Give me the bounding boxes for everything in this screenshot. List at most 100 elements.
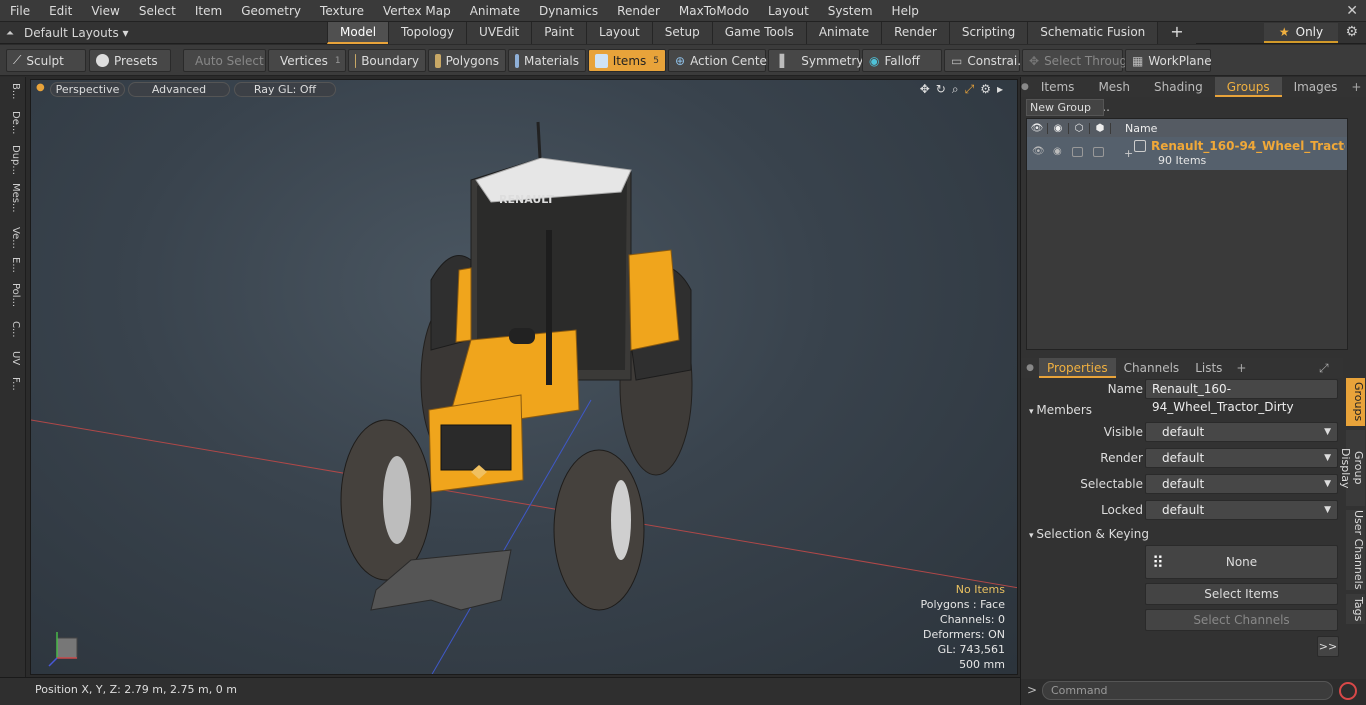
group-name-field[interactable]: Renault_160-94_Wheel_Tractor_Dirty	[1145, 379, 1338, 414]
locked-select[interactable]: default ▼	[1145, 500, 1338, 520]
menu-view[interactable]: View	[81, 0, 128, 22]
default-layouts-dropdown[interactable]: Default Layouts ▾	[24, 26, 129, 40]
tab-topology[interactable]: Topology	[388, 22, 467, 44]
select-icon[interactable]: ⬢	[1090, 122, 1111, 134]
left-tab-vertex[interactable]: Ve...	[5, 227, 21, 249]
close-icon[interactable]: ✕	[1346, 0, 1358, 22]
row-select-checkbox[interactable]	[1093, 147, 1104, 157]
tab-paint[interactable]: Paint	[531, 22, 586, 44]
menu-vertex-map[interactable]: Vertex Map	[373, 0, 460, 22]
items-button[interactable]: Items 5	[588, 49, 666, 72]
vtab-user-channels[interactable]: User Channels	[1346, 510, 1365, 590]
left-tab-duplicate[interactable]: Dup...	[5, 145, 21, 175]
row-eye-icon[interactable]: 👁	[1032, 146, 1045, 157]
presets-button[interactable]: Presets	[89, 49, 171, 72]
viewport-gear-icon[interactable]: ⚙	[980, 82, 991, 97]
left-tab-uv[interactable]: UV	[5, 351, 21, 365]
menu-select[interactable]: Select	[129, 0, 185, 22]
symmetry-button[interactable]: ▐ Symmetry	[768, 49, 863, 72]
vtab-group-display[interactable]: Group Display	[1339, 430, 1365, 506]
selection-keying-section[interactable]: ▾ Selection & Keying	[1029, 525, 1149, 543]
menu-system[interactable]: System	[818, 0, 882, 22]
command-input[interactable]: Command	[1042, 681, 1333, 700]
shading-mode-dropdown[interactable]: Advanced	[128, 82, 230, 97]
menu-help[interactable]: Help	[882, 0, 928, 22]
tab-render[interactable]: Render	[881, 22, 949, 44]
tab-setup[interactable]: Setup	[651, 22, 712, 44]
tab-animate[interactable]: Animate	[805, 22, 882, 44]
action-center-button[interactable]: ⊕ Action Center	[668, 49, 772, 72]
tab-properties[interactable]: Properties	[1039, 358, 1116, 378]
eye-icon[interactable]: 👁	[1027, 122, 1048, 134]
props-dot-icon[interactable]: ●	[1021, 363, 1039, 373]
tab-scripting[interactable]: Scripting	[948, 22, 1028, 44]
sculpt-button[interactable]: ⟋ Sculpt	[6, 49, 86, 72]
left-tab-mesh-edit[interactable]: Mes...	[5, 183, 21, 213]
boundary-button[interactable]: Boundary	[348, 49, 426, 72]
add-tab-button[interactable]: +	[1157, 22, 1196, 44]
visible-select[interactable]: default ▼	[1145, 422, 1338, 442]
tab-images[interactable]: Images	[1282, 77, 1350, 97]
constraints-button[interactable]: ▭ Constrai...	[944, 49, 1029, 72]
layout-arrow-icon[interactable]: ⏶	[6, 28, 14, 39]
tab-schematic-fusion[interactable]: Schematic Fusion	[1027, 22, 1158, 44]
menu-geometry[interactable]: Geometry	[231, 0, 310, 22]
menu-item[interactable]: Item	[185, 0, 231, 22]
tab-items[interactable]: Items	[1029, 77, 1087, 97]
panel-dot-icon[interactable]: ●	[1021, 82, 1029, 92]
row-lock-checkbox[interactable]	[1072, 147, 1083, 157]
left-tab-deform[interactable]: De...	[5, 111, 21, 134]
select-items-button[interactable]: Select Items	[1145, 583, 1338, 605]
menu-file[interactable]: File	[0, 0, 39, 22]
expand-icon[interactable]: +	[1124, 147, 1133, 160]
more-button[interactable]: >>	[1317, 636, 1339, 657]
tab-game-tools[interactable]: Game Tools	[711, 22, 806, 44]
lock-icon[interactable]: ⬡	[1069, 122, 1090, 134]
render-icon[interactable]: ◉	[1048, 122, 1069, 134]
select-channels-button[interactable]: Select Channels	[1145, 609, 1338, 631]
only-toggle[interactable]: ★ Only	[1264, 23, 1338, 43]
left-tab-polygon[interactable]: Pol...	[5, 283, 21, 307]
tab-lists[interactable]: Lists	[1187, 358, 1230, 378]
tab-groups[interactable]: Groups	[1214, 77, 1282, 97]
workplane-button[interactable]: ▦ WorkPlane	[1125, 49, 1212, 72]
vtab-groups[interactable]: Groups	[1346, 378, 1365, 426]
auto-select-button[interactable]: Auto Select	[183, 49, 266, 72]
left-tab-curve[interactable]: C...	[5, 321, 21, 338]
vertices-button[interactable]: Vertices 1	[268, 49, 346, 72]
raygl-toggle[interactable]: Ray GL: Off	[234, 82, 336, 97]
members-section[interactable]: ▾ Members	[1029, 401, 1092, 419]
materials-button[interactable]: Materials	[508, 49, 586, 72]
menu-maxtomodo[interactable]: MaxToModo	[669, 0, 758, 22]
left-tab-fusion[interactable]: F...	[5, 377, 21, 391]
tab-channels[interactable]: Channels	[1116, 358, 1188, 378]
new-group-button[interactable]: New Group	[1026, 99, 1104, 116]
tab-shading[interactable]: Shading	[1142, 77, 1215, 97]
group-row[interactable]: 👁 ◉ + Renault_160-94_Wheel_Tractor... 90…	[1027, 137, 1347, 170]
3d-viewport[interactable]: RENAULT ● Perspective Advanced Ray GL: O…	[30, 79, 1018, 675]
menu-edit[interactable]: Edit	[39, 0, 81, 22]
add-props-tab-icon[interactable]: +	[1236, 361, 1246, 375]
tab-layout[interactable]: Layout	[585, 22, 652, 44]
polygons-button[interactable]: Polygons	[428, 49, 506, 72]
selectable-select[interactable]: default ▼	[1145, 474, 1338, 494]
left-tab-basic[interactable]: B...	[5, 83, 21, 99]
menu-layout[interactable]: Layout	[758, 0, 818, 22]
zoom-icon[interactable]: ⌕	[952, 82, 959, 97]
perspective-dropdown[interactable]: Perspective	[50, 82, 125, 97]
add-panel-tab-icon[interactable]: +	[1351, 80, 1361, 94]
rotate-icon[interactable]: ↻	[936, 82, 946, 97]
menu-dynamics[interactable]: Dynamics	[529, 0, 607, 22]
menu-texture[interactable]: Texture	[310, 0, 373, 22]
vtab-tags[interactable]: Tags	[1346, 594, 1365, 624]
tab-model[interactable]: Model	[327, 22, 389, 44]
maximize-icon[interactable]: ⤢	[965, 82, 975, 97]
viewport-menu-dot-icon[interactable]: ●	[36, 82, 45, 93]
row-render-icon[interactable]: ◉	[1053, 146, 1062, 157]
record-icon[interactable]	[1339, 682, 1357, 700]
falloff-button[interactable]: ◉ Falloff	[862, 49, 942, 72]
tab-mesh[interactable]: Mesh ...	[1086, 77, 1142, 114]
left-tab-edge[interactable]: E...	[5, 257, 21, 273]
viewport-more-icon[interactable]: ▸	[997, 82, 1003, 97]
render-select[interactable]: default ▼	[1145, 448, 1338, 468]
